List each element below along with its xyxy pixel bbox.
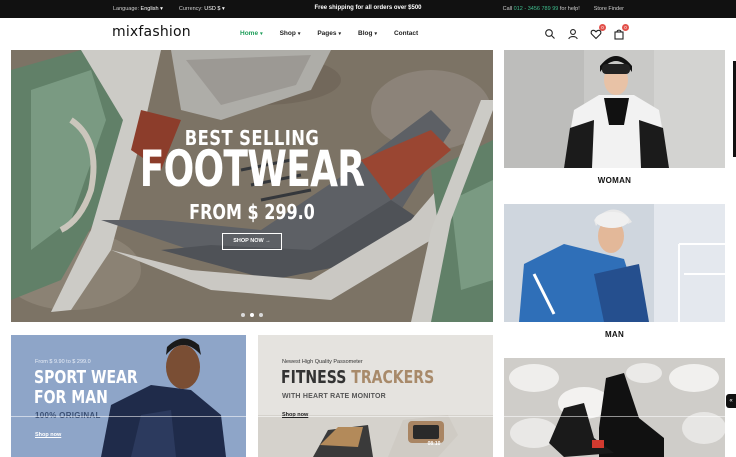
sport-price-range: From $ 9.90 to $ 299.0 [35, 359, 91, 365]
hero-slider[interactable]: BEST SELLING FOOTWEAR FROM $ 299.0 SHOP … [11, 50, 493, 322]
cart-icon[interactable]: 0 [613, 24, 629, 40]
main-nav: Home ▾ Shop ▾ Pages ▾ Blog ▾ Contact [240, 30, 418, 37]
man-image [504, 204, 725, 322]
chevron-down-icon: ▾ [338, 31, 342, 37]
nav-item-home[interactable]: Home ▾ [240, 30, 263, 37]
woman-image [504, 50, 725, 168]
chevron-down-icon: ▾ [297, 31, 301, 37]
arrow-right-icon: → [265, 238, 271, 244]
call-suffix: for help! [559, 6, 580, 12]
search-icon[interactable] [544, 27, 556, 39]
nav-item-pages[interactable]: Pages ▾ [317, 30, 341, 37]
chevron-down-icon: ▾ [260, 31, 263, 37]
fitness-subtitle: WITH HEART RATE MONITOR [282, 393, 386, 400]
promo-text: Free shipping for all orders over $500 [314, 5, 422, 11]
logo[interactable]: mixfashion [112, 24, 191, 40]
nav-item-contact[interactable]: Contact [394, 30, 418, 37]
boots-image [504, 358, 725, 457]
slider-dots [241, 313, 263, 317]
chevron-down-icon: ▾ [374, 31, 377, 37]
fitness-title: FITNESS TRACKERS [281, 367, 434, 388]
help-phone: Call 012 - 3456 789 99 for help! [503, 6, 580, 12]
slider-dot[interactable] [259, 313, 263, 317]
nav-label: Home [240, 30, 259, 37]
category-label: WOMAN [597, 176, 632, 185]
top-bar: Language: English ▾ Currency: USD $ ▾ Fr… [0, 0, 736, 18]
button-label: SHOP NOW [233, 238, 264, 244]
sport-wear-banner[interactable]: From $ 9.90 to $ 299.0 SPORT WEAR FOR MA… [11, 335, 246, 457]
user-icon[interactable] [567, 27, 579, 40]
divider-line [0, 416, 736, 417]
nav-label: Blog [358, 30, 373, 37]
nav-label: Pages [317, 30, 337, 37]
category-label: MAN [604, 330, 625, 339]
call-prefix: Call [502, 6, 513, 12]
boots-banner[interactable] [504, 358, 725, 457]
scroll-to-top-button[interactable]: « [726, 394, 736, 408]
fitness-title-1: FITNESS [281, 367, 347, 388]
category-card-woman[interactable]: WOMAN [504, 50, 725, 193]
fitness-shop-now-link[interactable]: Shop now [282, 412, 308, 418]
main-header: mixfashion Home ▾ Shop ▾ Pages ▾ Blog ▾ Cont… [0, 18, 736, 50]
double-chevron-up-icon: « [729, 398, 733, 404]
nav-item-blog[interactable]: Blog ▾ [358, 30, 377, 37]
fitness-kicker: Newest High Quality Passometer [282, 359, 363, 365]
slider-dot[interactable] [250, 313, 254, 317]
store-finder-link[interactable]: Store Finder [594, 6, 624, 12]
heart-icon[interactable]: 0 [590, 24, 606, 40]
hero-title: FOOTWEAR [139, 140, 365, 198]
slider-dot[interactable] [241, 313, 245, 317]
phone-link[interactable]: 012 - 3456 789 99 [514, 6, 559, 12]
fitness-title-2: TRACKERS [351, 367, 435, 388]
wishlist-count-badge: 0 [599, 24, 606, 31]
nav-label: Shop [279, 30, 296, 37]
sport-title-1: SPORT WEAR [34, 367, 138, 388]
hero-shop-now-button[interactable]: SHOP NOW → [222, 233, 282, 250]
tracker-display-text: 08:10 [427, 441, 441, 447]
sport-shop-now-link[interactable]: Shop now [35, 432, 61, 438]
nav-item-shop[interactable]: Shop ▾ [280, 30, 301, 37]
fitness-trackers-banner[interactable]: 08:10 Newest High Quality Passometer FIT… [258, 335, 493, 457]
hero-price: FROM $ 299.0 [189, 200, 315, 224]
nav-label: Contact [393, 30, 419, 37]
category-card-man[interactable]: MAN [504, 204, 725, 347]
cart-count-badge: 0 [622, 24, 629, 31]
sport-title-2: FOR MAN [34, 387, 108, 408]
